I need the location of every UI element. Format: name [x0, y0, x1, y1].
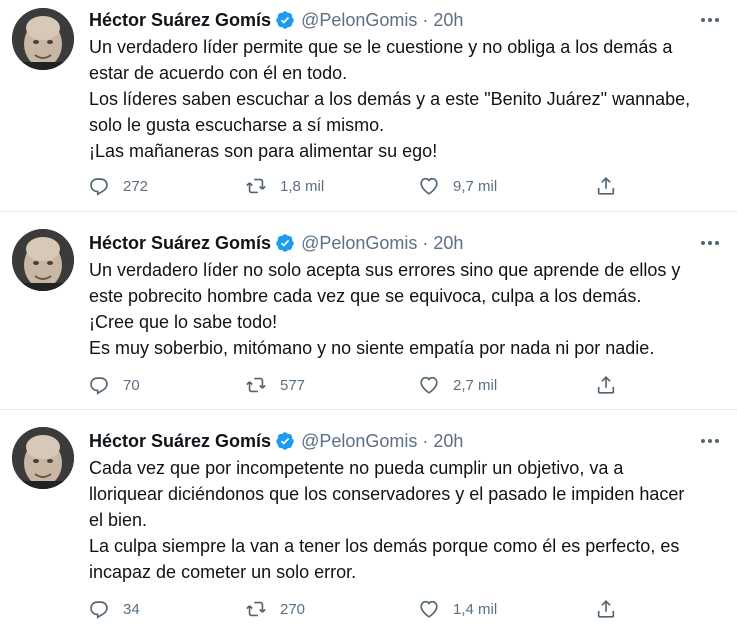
author-name[interactable]: Héctor Suárez Gomís	[89, 431, 271, 452]
reply-button[interactable]: 272	[88, 173, 148, 199]
tweet-text-line: Un verdadero líder permite que se le cue…	[89, 37, 673, 57]
tweet-text-line: Es muy soberbio, mitómano y no siente em…	[89, 338, 655, 358]
retweet-icon	[246, 178, 266, 194]
tweet-text: Un verdadero líder no solo acepta sus er…	[89, 257, 729, 361]
tweet-text-line: La culpa siempre la van a tener los demá…	[89, 536, 680, 556]
tweet-text-line: ¡Las mañaneras son para alimentar su ego…	[89, 141, 438, 161]
tweet-text-line: Los líderes saben escuchar a los demás y…	[89, 89, 691, 109]
like-count: 9,7 mil	[453, 177, 498, 195]
author-name[interactable]: Héctor Suárez Gomís	[89, 10, 271, 31]
share-button[interactable]	[595, 372, 617, 398]
like-count: 2,7 mil	[453, 376, 498, 394]
tweet-text-line: lloriquear diciéndonos que los conservad…	[89, 484, 685, 504]
retweet-count: 1,8 mil	[280, 177, 325, 195]
tweet-text: Un verdadero líder permite que se le cue…	[89, 34, 729, 164]
timestamp[interactable]: 20h	[433, 233, 463, 254]
author-name[interactable]: Héctor Suárez Gomís	[89, 233, 271, 254]
tweet-feed: Héctor Suárez Gomís @PelonGomis · 20h Un…	[0, 0, 737, 634]
like-icon	[420, 177, 438, 195]
retweet-button[interactable]: 577	[245, 372, 305, 398]
more-icon[interactable]	[698, 10, 722, 30]
retweet-icon	[246, 377, 266, 393]
tweet-actions: 34 270 1,4 mil	[88, 596, 628, 622]
tweet-text-line: incapaz de cometer un solo error.	[89, 562, 357, 582]
tweet-header: Héctor Suárez Gomís @PelonGomis · 20h	[89, 231, 463, 255]
tweet-text-line: Un verdadero líder no solo acepta sus er…	[89, 260, 681, 280]
verified-badge-icon	[275, 10, 295, 30]
more-icon[interactable]	[698, 431, 722, 451]
share-icon	[597, 376, 615, 394]
tweet-header: Héctor Suárez Gomís @PelonGomis · 20h	[89, 8, 463, 32]
tweet-text-line: el bien.	[89, 510, 148, 530]
reply-button[interactable]: 70	[88, 372, 140, 398]
tweet[interactable]: Héctor Suárez Gomís @PelonGomis · 20h Un…	[0, 0, 737, 211]
more-icon[interactable]	[698, 233, 722, 253]
tweet-actions: 70 577 2,7 mil	[88, 372, 628, 398]
separator: ·	[422, 232, 429, 253]
tweet-actions: 272 1,8 mil 9,7 mil	[88, 173, 628, 199]
tweet-text-line: Cada vez que por incompetente no pueda c…	[89, 458, 624, 478]
tweet-header: Héctor Suárez Gomís @PelonGomis · 20h	[89, 429, 463, 453]
separator: ·	[422, 430, 429, 451]
avatar[interactable]	[12, 229, 74, 291]
retweet-icon	[246, 601, 266, 617]
reply-icon	[90, 178, 108, 196]
like-button[interactable]: 1,4 mil	[418, 596, 497, 622]
like-icon	[420, 376, 438, 394]
timestamp[interactable]: 20h	[433, 10, 463, 31]
share-icon	[597, 177, 615, 195]
tweet[interactable]: Héctor Suárez Gomís @PelonGomis · 20h Un…	[0, 211, 737, 409]
avatar[interactable]	[12, 8, 74, 70]
tweet-text-line: este pobrecito hombre cada vez que se eq…	[89, 286, 642, 306]
reply-icon	[90, 601, 108, 619]
author-handle[interactable]: @PelonGomis	[301, 10, 417, 31]
tweet-text-line: solo le gusta escucharse a sí mismo.	[89, 115, 385, 135]
avatar[interactable]	[12, 427, 74, 489]
like-button[interactable]: 9,7 mil	[418, 173, 497, 199]
verified-badge-icon	[275, 233, 295, 253]
retweet-button[interactable]: 270	[245, 596, 305, 622]
share-icon	[597, 600, 615, 618]
author-handle[interactable]: @PelonGomis	[301, 431, 417, 452]
like-button[interactable]: 2,7 mil	[418, 372, 497, 398]
retweet-count: 577	[280, 376, 306, 394]
reply-count: 272	[123, 177, 149, 195]
share-button[interactable]	[595, 596, 617, 622]
reply-button[interactable]: 34	[88, 596, 140, 622]
verified-badge-icon	[275, 431, 295, 451]
retweet-button[interactable]: 1,8 mil	[245, 173, 324, 199]
separator: ·	[422, 9, 429, 30]
retweet-count: 270	[280, 600, 306, 618]
reply-count: 34	[123, 600, 140, 618]
tweet-text-line: ¡Cree que lo sabe todo!	[89, 312, 278, 332]
tweet-text-line: estar de acuerdo con él en todo.	[89, 63, 348, 83]
tweet[interactable]: Héctor Suárez Gomís @PelonGomis · 20h Ca…	[0, 409, 737, 634]
reply-count: 70	[123, 376, 140, 394]
share-button[interactable]	[595, 173, 617, 199]
author-handle[interactable]: @PelonGomis	[301, 233, 417, 254]
reply-icon	[90, 377, 108, 395]
like-count: 1,4 mil	[453, 600, 498, 618]
timestamp[interactable]: 20h	[433, 431, 463, 452]
like-icon	[420, 600, 438, 618]
tweet-text: Cada vez que por incompetente no pueda c…	[89, 455, 729, 585]
